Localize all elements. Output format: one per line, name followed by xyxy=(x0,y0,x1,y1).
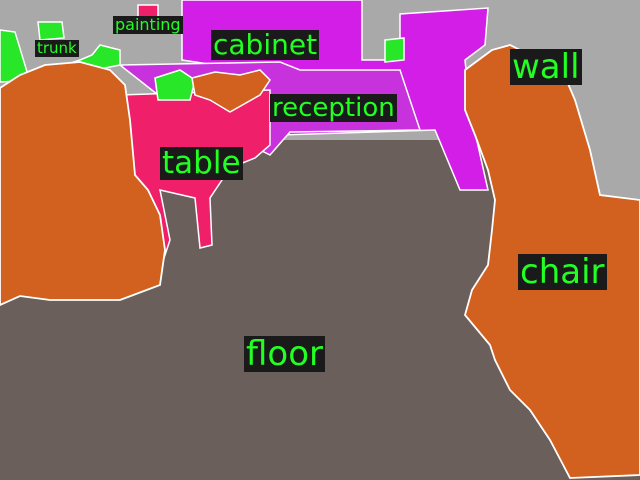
table-label: table xyxy=(160,145,243,181)
trunk-label: trunk xyxy=(35,39,79,57)
wall-label: wall xyxy=(510,47,582,87)
cabinet-label: cabinet xyxy=(211,28,320,61)
segmentation-image: painting trunk cabinet reception wall ta… xyxy=(0,0,640,480)
painting-label: painting xyxy=(113,15,183,34)
chair-label: chair xyxy=(518,252,607,292)
green-object xyxy=(384,37,405,63)
reception-label: reception xyxy=(270,93,397,123)
painting-region xyxy=(37,21,65,41)
floor-label: floor xyxy=(244,334,325,374)
